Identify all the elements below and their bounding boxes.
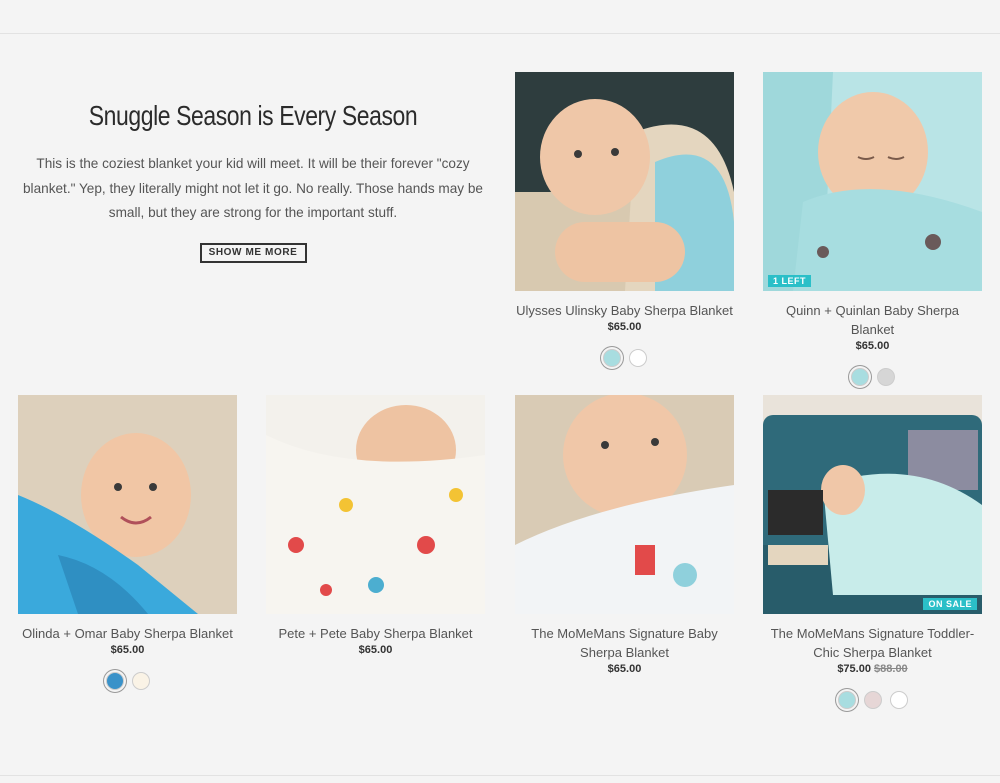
color-swatches <box>763 368 982 386</box>
sale-badge: ON SALE <box>923 598 977 610</box>
hero-description: This is the coziest blanket your kid wil… <box>23 156 483 220</box>
color-swatches <box>18 672 237 690</box>
swatch-aqua[interactable] <box>850 368 869 386</box>
hero-section: Snuggle Season is Every Season This is t… <box>18 100 488 263</box>
show-me-more-button[interactable]: SHOW ME MORE <box>199 242 307 263</box>
product-card-olinda[interactable]: Olinda + Omar Baby Sherpa Blanket $65.00 <box>18 395 237 690</box>
product-image[interactable]: 1 LEFT <box>763 72 982 291</box>
swatch-white[interactable] <box>889 691 908 709</box>
product-card-signature-toddler[interactable]: ON SALE The MoMeMans Signature Toddler-C… <box>763 395 982 709</box>
product-image[interactable]: ON SALE <box>763 395 982 614</box>
swatch-blue[interactable] <box>105 672 124 690</box>
product-name[interactable]: Quinn + Quinlan Baby Sherpa Blanket <box>763 301 982 339</box>
product-price: $65.00 <box>607 663 642 675</box>
product-name[interactable]: Olinda + Omar Baby Sherpa Blanket <box>18 624 237 643</box>
swatch-cream[interactable] <box>131 672 150 690</box>
color-swatches <box>763 691 982 709</box>
product-name[interactable]: Pete + Pete Baby Sherpa Blanket <box>266 624 485 643</box>
product-price: $65.00 <box>358 644 393 656</box>
original-price: $88.00 <box>874 663 908 675</box>
product-name[interactable]: Ulysses Ulinsky Baby Sherpa Blanket <box>515 301 734 320</box>
product-image[interactable] <box>515 395 734 614</box>
product-price: $75.00 $88.00 <box>763 662 982 676</box>
swatch-pink[interactable] <box>863 691 882 709</box>
product-card-signature-baby[interactable]: The MoMeMans Signature Baby Sherpa Blank… <box>515 395 734 676</box>
hero-title: Snuggle Season is Every Season <box>88 100 418 131</box>
product-image[interactable] <box>18 395 237 614</box>
product-image[interactable] <box>515 72 734 291</box>
product-price: $65.00 <box>855 340 890 352</box>
sale-price: $75.00 <box>837 663 871 675</box>
product-name[interactable]: The MoMeMans Signature Toddler-Chic Sher… <box>763 624 982 662</box>
product-card-ulysses[interactable]: Ulysses Ulinsky Baby Sherpa Blanket $65.… <box>515 72 734 367</box>
product-name[interactable]: The MoMeMans Signature Baby Sherpa Blank… <box>515 624 734 662</box>
product-card-pete[interactable]: Pete + Pete Baby Sherpa Blanket $65.00 <box>266 395 485 657</box>
swatch-gray[interactable] <box>876 368 895 386</box>
product-card-quinn[interactable]: 1 LEFT Quinn + Quinlan Baby Sherpa Blank… <box>763 72 982 386</box>
swatch-aqua[interactable] <box>602 349 621 367</box>
swatch-aqua[interactable] <box>837 691 856 709</box>
product-price: $65.00 <box>607 321 642 333</box>
bottom-divider <box>0 775 1000 776</box>
stock-badge: 1 LEFT <box>768 275 812 287</box>
top-divider <box>0 33 1000 34</box>
color-swatches <box>515 349 734 367</box>
product-image[interactable] <box>266 395 485 614</box>
swatch-white[interactable] <box>628 349 647 367</box>
product-price: $65.00 <box>110 644 145 656</box>
